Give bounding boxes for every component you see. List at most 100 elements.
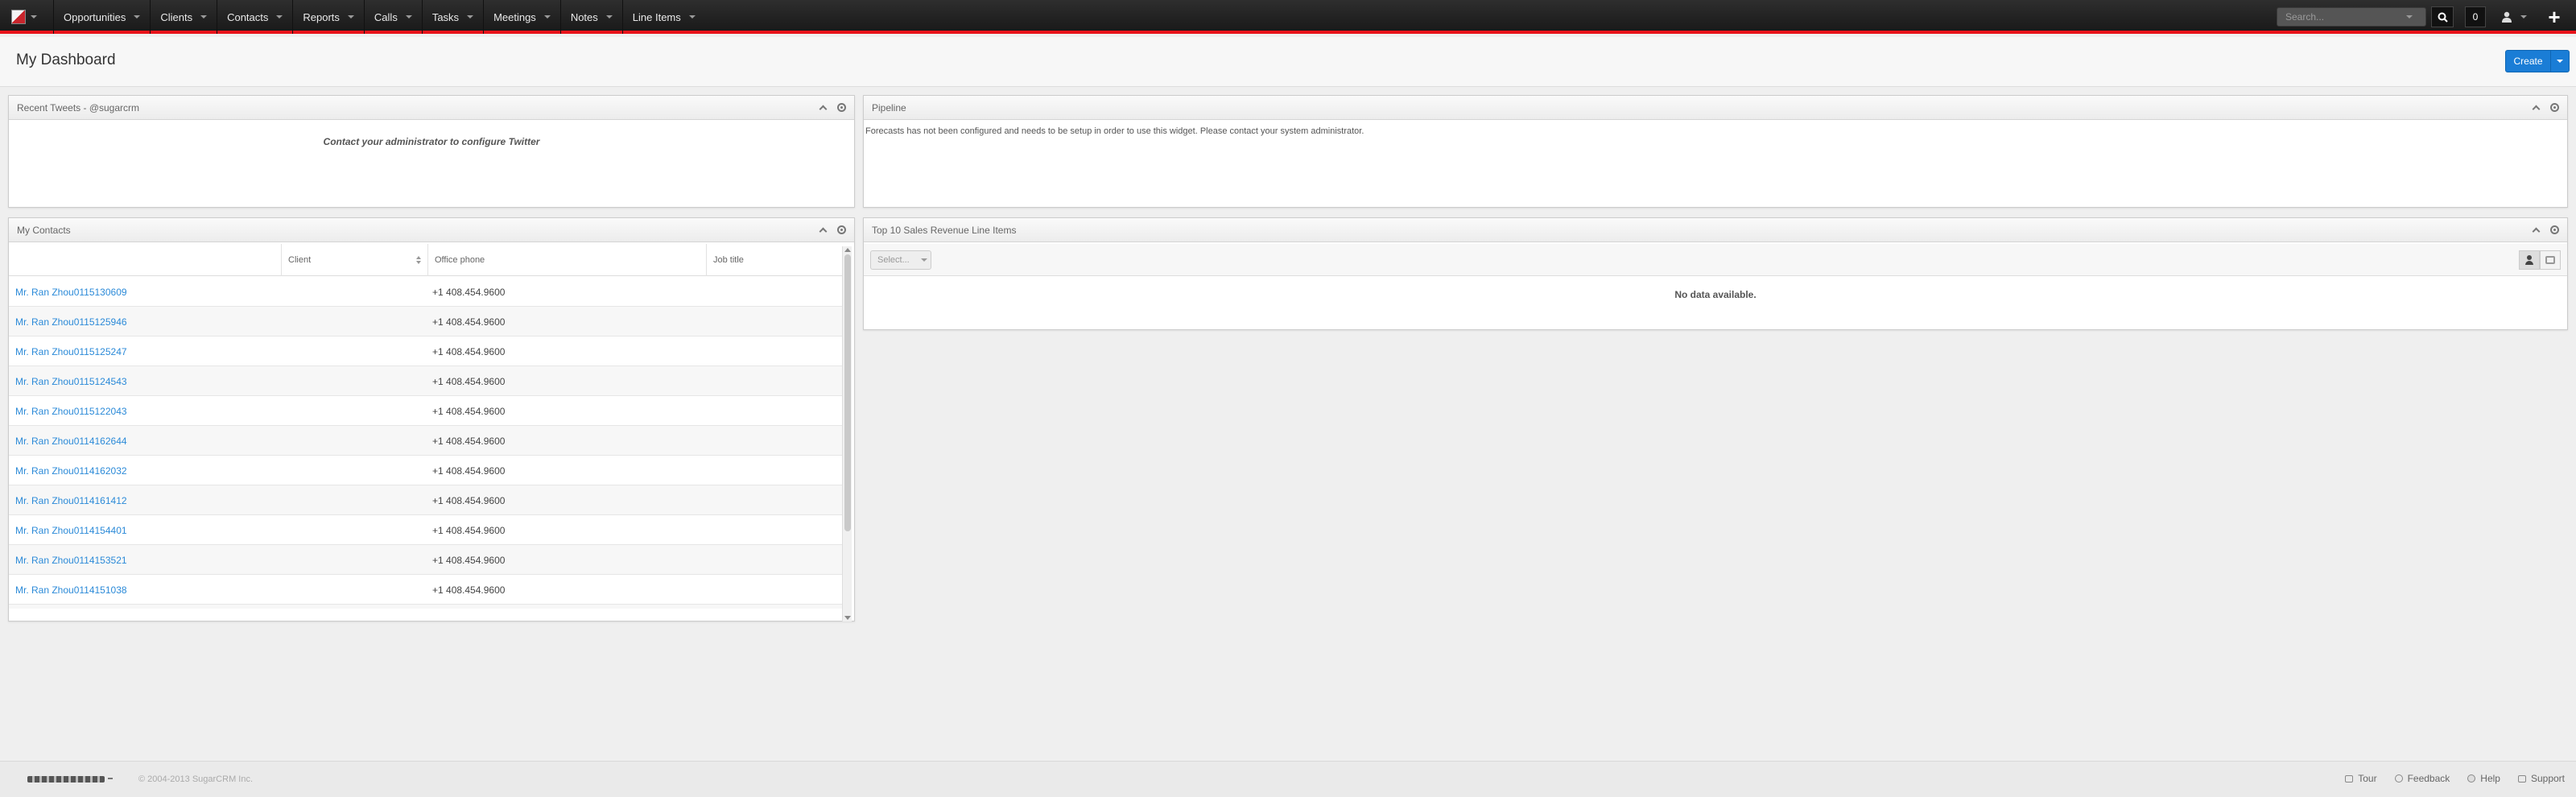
chevron-down-icon[interactable] [276,15,283,19]
contact-name-link[interactable]: Mr. Ran Zhou0115130609 [15,287,127,298]
contact-name-link[interactable]: Mr. Ran Zhou0114161412 [15,495,127,506]
contacts-scrollbar[interactable] [842,246,852,621]
create-button[interactable]: Create [2505,50,2570,72]
comment-icon [2394,774,2403,783]
contact-name-link[interactable]: Mr. Ran Zhou0114153521 [15,555,127,566]
copyright: © 2004-2013 SugarCRM Inc. [138,774,254,784]
no-data-message: No data available. [1674,289,1757,300]
collapse-icon[interactable] [819,105,828,114]
quick-create-plus-icon[interactable]: + [2542,5,2566,29]
create-dropdown-toggle[interactable] [2551,51,2569,72]
chevron-down-icon[interactable] [543,15,551,19]
collapse-icon[interactable] [2532,227,2541,236]
help-icon [2467,774,2476,783]
dashlet-recent-tweets: Recent Tweets - @sugarcrm Contact your a… [8,95,855,208]
nav-opportunities[interactable]: Opportunities [53,0,150,34]
footer-logo-menu-icon[interactable] [108,778,113,779]
office-phone-value: +1 408.454.9600 [432,584,506,596]
dashlet-header: Pipeline [864,96,2567,120]
table-row: Mr. Ran Zhou0114153521 +1 408.454.9600 [9,545,846,575]
nav-notes[interactable]: Notes [559,0,622,34]
footer: © 2004-2013 SugarCRM Inc. Tour Feedback … [0,761,2576,797]
nav-reports[interactable]: Reports [292,0,364,34]
search-input[interactable] [2277,11,2406,23]
sugarcrm-footer-logo[interactable] [27,776,105,783]
office-phone-value: +1 408.454.9600 [432,287,506,298]
table-row: Mr. Ran Zhou0114161412 +1 408.454.9600 [9,485,846,515]
contact-name-link[interactable]: Mr. Ran Zhou0115125946 [15,316,127,328]
column-header-client[interactable]: Client [281,244,427,276]
filter-select[interactable]: Select... [870,250,931,270]
chevron-down-icon[interactable] [200,15,208,19]
pipeline-message: Forecasts has not been configured and ne… [865,126,1364,136]
footer-tour-link[interactable]: Tour [2345,773,2377,784]
user-icon [2502,11,2512,23]
collapse-icon[interactable] [2532,105,2541,114]
contact-name-link[interactable]: Mr. Ran Zhou0114154401 [15,525,127,536]
footer-support-link[interactable]: Support [2517,773,2565,784]
contact-name-link[interactable]: Mr. Ran Zhou0115122043 [15,406,127,417]
notifications-button[interactable]: 0 [2465,6,2486,27]
chevron-down-icon[interactable] [2406,15,2413,19]
nav-line-items[interactable]: Line Items [621,0,705,34]
contact-name-link[interactable]: Mr. Ran Zhou0114151038 [15,584,127,596]
dashlet-my-contacts: My Contacts Client Office phone Job titl… [8,217,855,621]
collapse-icon[interactable] [819,227,828,236]
column-header-job-title[interactable]: Job title [706,244,846,276]
gear-icon[interactable] [837,103,846,112]
scrollbar-thumb[interactable] [844,254,851,531]
table-row: Mr. Ran Zhou0115125247 +1 408.454.9600 [9,337,846,366]
user-menu[interactable] [2496,6,2533,27]
chevron-down-icon[interactable] [467,15,474,19]
gear-icon[interactable] [2550,103,2559,112]
dashlet-top10-line-items: Top 10 Sales Revenue Line Items Select..… [863,217,2568,330]
search-button[interactable] [2431,6,2454,27]
column-header-office-phone[interactable]: Office phone [427,244,706,276]
dashlet-header: Top 10 Sales Revenue Line Items [864,218,2567,242]
nav-calls[interactable]: Calls [363,0,422,34]
create-button-label[interactable]: Create [2506,51,2551,72]
footer-help-link[interactable]: Help [2467,773,2500,784]
global-search [2277,7,2426,27]
sort-icon[interactable] [416,256,421,264]
group-items-toggle[interactable] [2540,250,2561,270]
scroll-up-arrow-icon[interactable] [844,248,851,252]
chevron-down-icon [2557,60,2563,63]
dashlet-title: My Contacts [17,224,71,236]
chevron-down-icon[interactable] [134,15,141,19]
contact-name-link[interactable]: Mr. Ran Zhou0115124543 [15,376,127,387]
office-phone-value: +1 408.454.9600 [432,406,506,417]
gear-icon[interactable] [837,225,846,234]
gear-icon[interactable] [2550,225,2559,234]
sugarcrm-logo-menu[interactable] [11,8,43,26]
office-phone-value: +1 408.454.9600 [432,525,506,536]
contact-name-link[interactable]: Mr. Ran Zhou0115125247 [15,346,127,357]
search-icon [2438,12,2448,23]
table-row: Mr. Ran Zhou0114162032 +1 408.454.9600 [9,456,846,485]
dashlet-header: Recent Tweets - @sugarcrm [9,96,854,120]
dashlet-title: Pipeline [872,101,906,114]
chevron-down-icon[interactable] [405,15,412,19]
office-phone-value: +1 408.454.9600 [432,346,506,357]
nav-meetings[interactable]: Meetings [483,0,560,34]
footer-feedback-link[interactable]: Feedback [2394,773,2450,784]
road-icon [2345,774,2354,783]
my-items-toggle[interactable] [2519,250,2540,270]
dashlet-title: Top 10 Sales Revenue Line Items [872,224,1017,236]
group-icon [2545,256,2555,264]
nav-clients[interactable]: Clients [150,0,217,34]
office-phone-value: +1 408.454.9600 [432,555,506,566]
contact-name-link[interactable]: Mr. Ran Zhou0114162032 [15,465,127,477]
nav-tasks[interactable]: Tasks [421,0,483,34]
table-row: Mr. Ran Zhou0114162644 +1 408.454.9600 [9,426,846,456]
scroll-down-arrow-icon[interactable] [844,616,851,620]
chevron-down-icon[interactable] [688,15,696,19]
chevron-down-icon [2520,15,2527,19]
contact-name-link[interactable]: Mr. Ran Zhou0114162644 [15,436,127,447]
nav-contacts[interactable]: Contacts [217,0,292,34]
dashlet-title: Recent Tweets - @sugarcrm [17,101,140,114]
chevron-down-icon[interactable] [605,15,613,19]
table-row: Mr. Ran Zhou0114154401 +1 408.454.9600 [9,515,846,545]
twitter-config-message: Contact your administrator to configure … [323,136,540,147]
chevron-down-icon[interactable] [347,15,354,19]
